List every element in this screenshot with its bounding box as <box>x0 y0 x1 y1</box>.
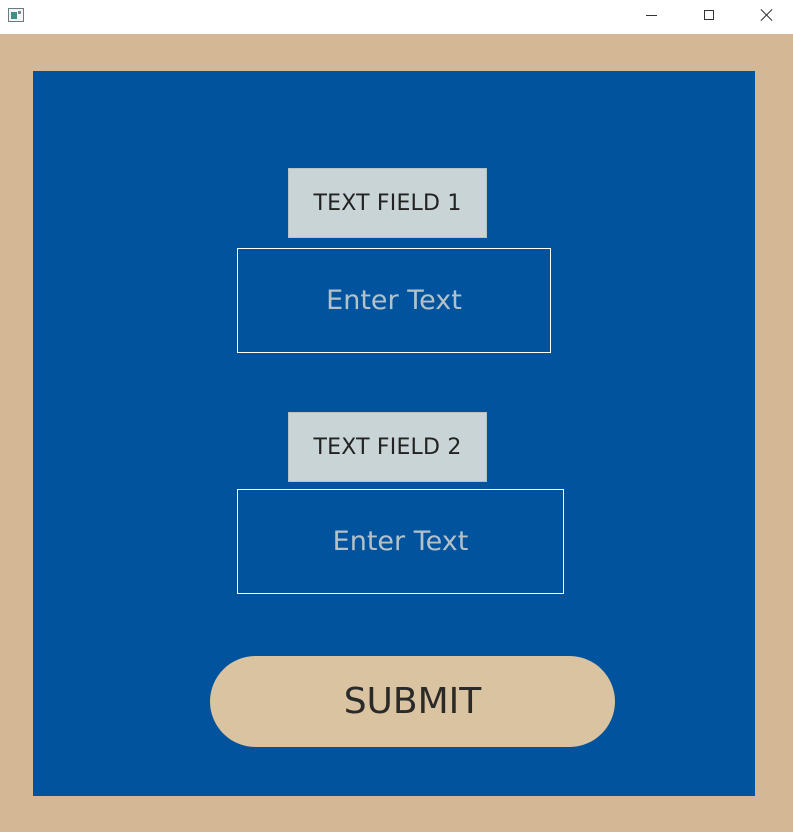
close-button[interactable] <box>738 0 793 30</box>
submit-button[interactable]: SUBMIT <box>210 656 615 747</box>
minimize-icon <box>645 14 657 16</box>
maximize-button[interactable] <box>680 0 738 30</box>
maximize-icon <box>704 10 714 20</box>
form-panel: TEXT FIELD 1 TEXT FIELD 2 SUBMIT <box>33 71 755 796</box>
minimize-button[interactable] <box>622 0 680 30</box>
text-field-1-label: TEXT FIELD 1 <box>288 168 487 238</box>
text-field-2-input[interactable] <box>237 489 564 594</box>
app-window-icon <box>8 8 24 22</box>
window-client-area: TEXT FIELD 1 TEXT FIELD 2 SUBMIT <box>0 34 793 832</box>
close-icon <box>760 8 774 22</box>
text-field-1-input[interactable] <box>237 248 551 353</box>
text-field-2-label: TEXT FIELD 2 <box>288 412 487 482</box>
window-title-bar <box>0 0 793 34</box>
